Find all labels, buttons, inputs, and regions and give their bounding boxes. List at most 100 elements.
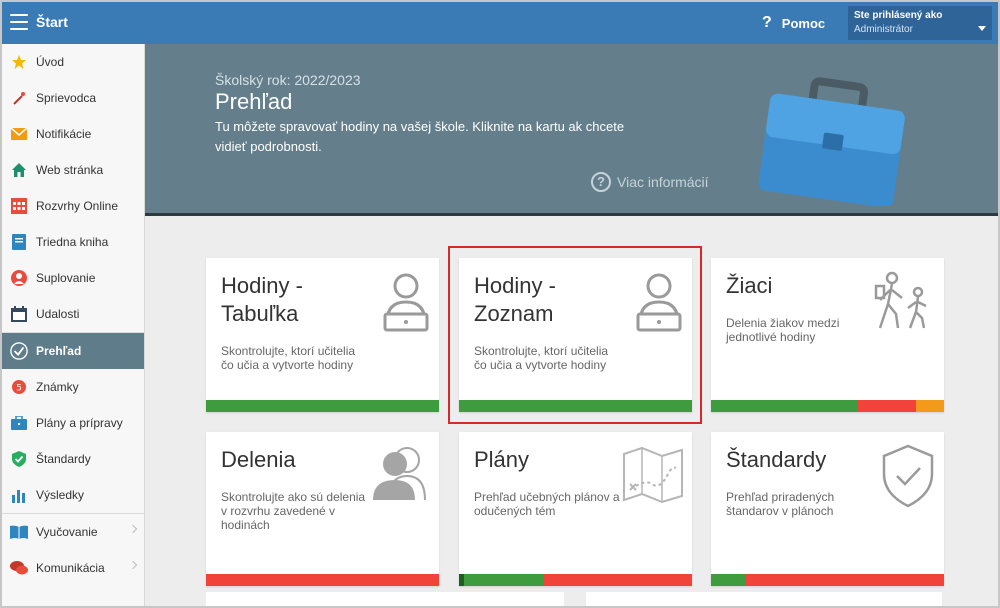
person-icon <box>10 269 28 287</box>
progress-segment <box>206 400 439 412</box>
book-icon <box>10 523 28 541</box>
progress-segment <box>542 574 692 586</box>
sidebar-item-udalosti[interactable]: Udalosti <box>2 296 144 332</box>
sidebar-item-standardy[interactable]: Štandardy <box>2 441 144 477</box>
teacher-laptop-icon <box>383 273 429 332</box>
progress-bar <box>459 574 692 586</box>
briefcase-icon <box>10 414 28 432</box>
envelope-icon <box>10 125 28 143</box>
shield-check-icon <box>10 450 28 468</box>
sidebar-item-suplovanie[interactable]: Suplovanie <box>2 260 144 296</box>
account-menu[interactable]: Ste prihlásený ako Administrátor <box>848 6 992 40</box>
sidebar-item-uvod[interactable]: Úvod <box>2 44 144 80</box>
sidebar-item-vysledky[interactable]: Výsledky <box>2 477 144 513</box>
chevron-down-icon <box>978 26 986 31</box>
notebook-icon <box>10 233 28 251</box>
card-description: Prehľad učebných plánov a odučených tém <box>474 490 620 518</box>
progress-bar <box>711 574 944 586</box>
account-label: Ste prihlásený ako <box>854 10 943 21</box>
progress-segment <box>711 400 858 412</box>
sidebar-item-label: Suplovanie <box>36 271 96 285</box>
card-ziaci[interactable]: Žiaci Delenia žiakov medzi jednotlivé ho… <box>711 258 944 412</box>
sidebar-item-rozvrhy-online[interactable]: Rozvrhy Online <box>2 188 144 224</box>
briefcase-illustration-icon <box>758 77 905 206</box>
app-window: Štart ? Pomoc Ste prihlásený ako Adminis… <box>0 0 1000 608</box>
chevron-right-icon <box>128 560 138 570</box>
card-title: Hodiny - Tabuľka <box>221 273 303 326</box>
progress-bar <box>711 400 944 412</box>
sidebar-item-triedna-kniha[interactable]: Triedna kniha <box>2 224 144 260</box>
two-people-icon <box>373 447 426 501</box>
sidebar-item-plany-a-pripravy[interactable]: Plány a prípravy <box>2 405 144 441</box>
sidebar-item-label: Plány a prípravy <box>36 416 123 430</box>
top-bar: Štart ? Pomoc Ste prihlásený ako Adminis… <box>2 2 998 44</box>
sidebar-item-vyucovanie[interactable]: Vyučovanie <box>2 514 144 550</box>
sidebar-item-label: Úvod <box>36 55 65 69</box>
more-info-label: Viac informácií <box>617 174 709 190</box>
start-link[interactable]: Štart <box>36 14 68 30</box>
sidebar-item-label: Notifikácie <box>36 127 92 141</box>
more-info-link[interactable]: ? Viac informácií <box>591 172 709 192</box>
card-delenia[interactable]: Delenia Skontrolujte ako sú delenia v ro… <box>206 432 439 586</box>
chat-icon <box>10 559 28 577</box>
question-icon: ? <box>762 14 772 31</box>
card-title: Plány <box>474 447 530 472</box>
card-title: Štandardy <box>726 447 827 472</box>
progress-segment <box>463 574 543 586</box>
account-role: Administrátor <box>854 24 913 35</box>
progress-bar <box>206 574 439 586</box>
card-partial[interactable] <box>206 592 564 606</box>
bar-chart-icon <box>10 486 28 504</box>
help-button[interactable]: ? Pomoc <box>762 14 825 32</box>
sidebar-item-komunikacia[interactable]: Komunikácia <box>2 550 144 586</box>
page-title: Prehľad <box>215 89 293 114</box>
shield-check-icon <box>882 444 934 508</box>
card-description: Prehľad priradených štandarov v plánoch <box>726 490 835 518</box>
school-year: Školský rok: 2022/2023 <box>215 72 361 88</box>
svg-text:5: 5 <box>16 384 22 394</box>
card-description: Skontrolujte ako sú delenia v rozvrhu za… <box>221 490 366 532</box>
sidebar: Úvod Sprievodca Notifikácie Web stránka … <box>2 44 145 606</box>
sidebar-item-label: Web stránka <box>36 163 104 177</box>
map-icon <box>623 446 683 504</box>
walking-people-icon <box>874 271 927 329</box>
card-partial[interactable] <box>586 592 942 606</box>
check-circle-icon <box>10 342 28 360</box>
progress-bar <box>206 400 439 412</box>
sidebar-item-label: Výsledky <box>36 488 85 502</box>
page-description: Tu môžete spravovať hodiny na vašej škol… <box>215 119 625 154</box>
sidebar-item-label: Komunikácia <box>36 561 105 575</box>
progress-segment <box>711 574 746 586</box>
sidebar-item-label: Triedna kniha <box>36 235 109 249</box>
sidebar-item-label: Rozvrhy Online <box>36 199 119 213</box>
card-title: Delenia <box>221 447 296 472</box>
question-circle-icon: ? <box>591 172 611 192</box>
sidebar-item-label: Udalosti <box>36 307 80 321</box>
grade-icon: 5 <box>10 378 28 396</box>
sidebar-item-notifikacie[interactable]: Notifikácie <box>2 116 144 152</box>
sidebar-item-sprievodca[interactable]: Sprievodca <box>2 80 144 116</box>
magic-wand-icon <box>10 89 28 107</box>
card-hodiny-tabulka[interactable]: Hodiny - Tabuľka Skontrolujte, ktorí uči… <box>206 258 439 412</box>
star-icon <box>10 53 28 71</box>
calendar-grid-icon <box>10 197 28 215</box>
hero-banner: Školský rok: 2022/2023 Prehľad Tu môžete… <box>145 44 998 216</box>
progress-segment <box>745 574 944 586</box>
sidebar-item-label: Štandardy <box>36 452 91 466</box>
progress-segment <box>857 400 917 412</box>
card-plany[interactable]: Plány Prehľad učebných plánov a odučenýc… <box>459 432 692 586</box>
progress-segment <box>206 574 439 586</box>
calendar-icon <box>10 305 28 323</box>
house-icon <box>10 161 28 179</box>
sidebar-item-web-stranka[interactable]: Web stránka <box>2 152 144 188</box>
card-description: Skontrolujte, ktorí učitelia čo učia a v… <box>221 344 356 372</box>
card-title: Žiaci <box>726 273 773 298</box>
progress-segment <box>916 400 944 412</box>
card-standardy[interactable]: Štandardy Prehľad priradených štandarov … <box>711 432 944 586</box>
sidebar-item-label: Prehľad <box>36 344 82 358</box>
sidebar-item-label: Známky <box>36 380 79 394</box>
hamburger-menu-icon[interactable] <box>10 14 28 30</box>
sidebar-item-znamky[interactable]: 5 Známky <box>2 369 144 405</box>
help-label: Pomoc <box>781 15 826 31</box>
sidebar-item-prehlad[interactable]: Prehľad <box>2 333 144 369</box>
